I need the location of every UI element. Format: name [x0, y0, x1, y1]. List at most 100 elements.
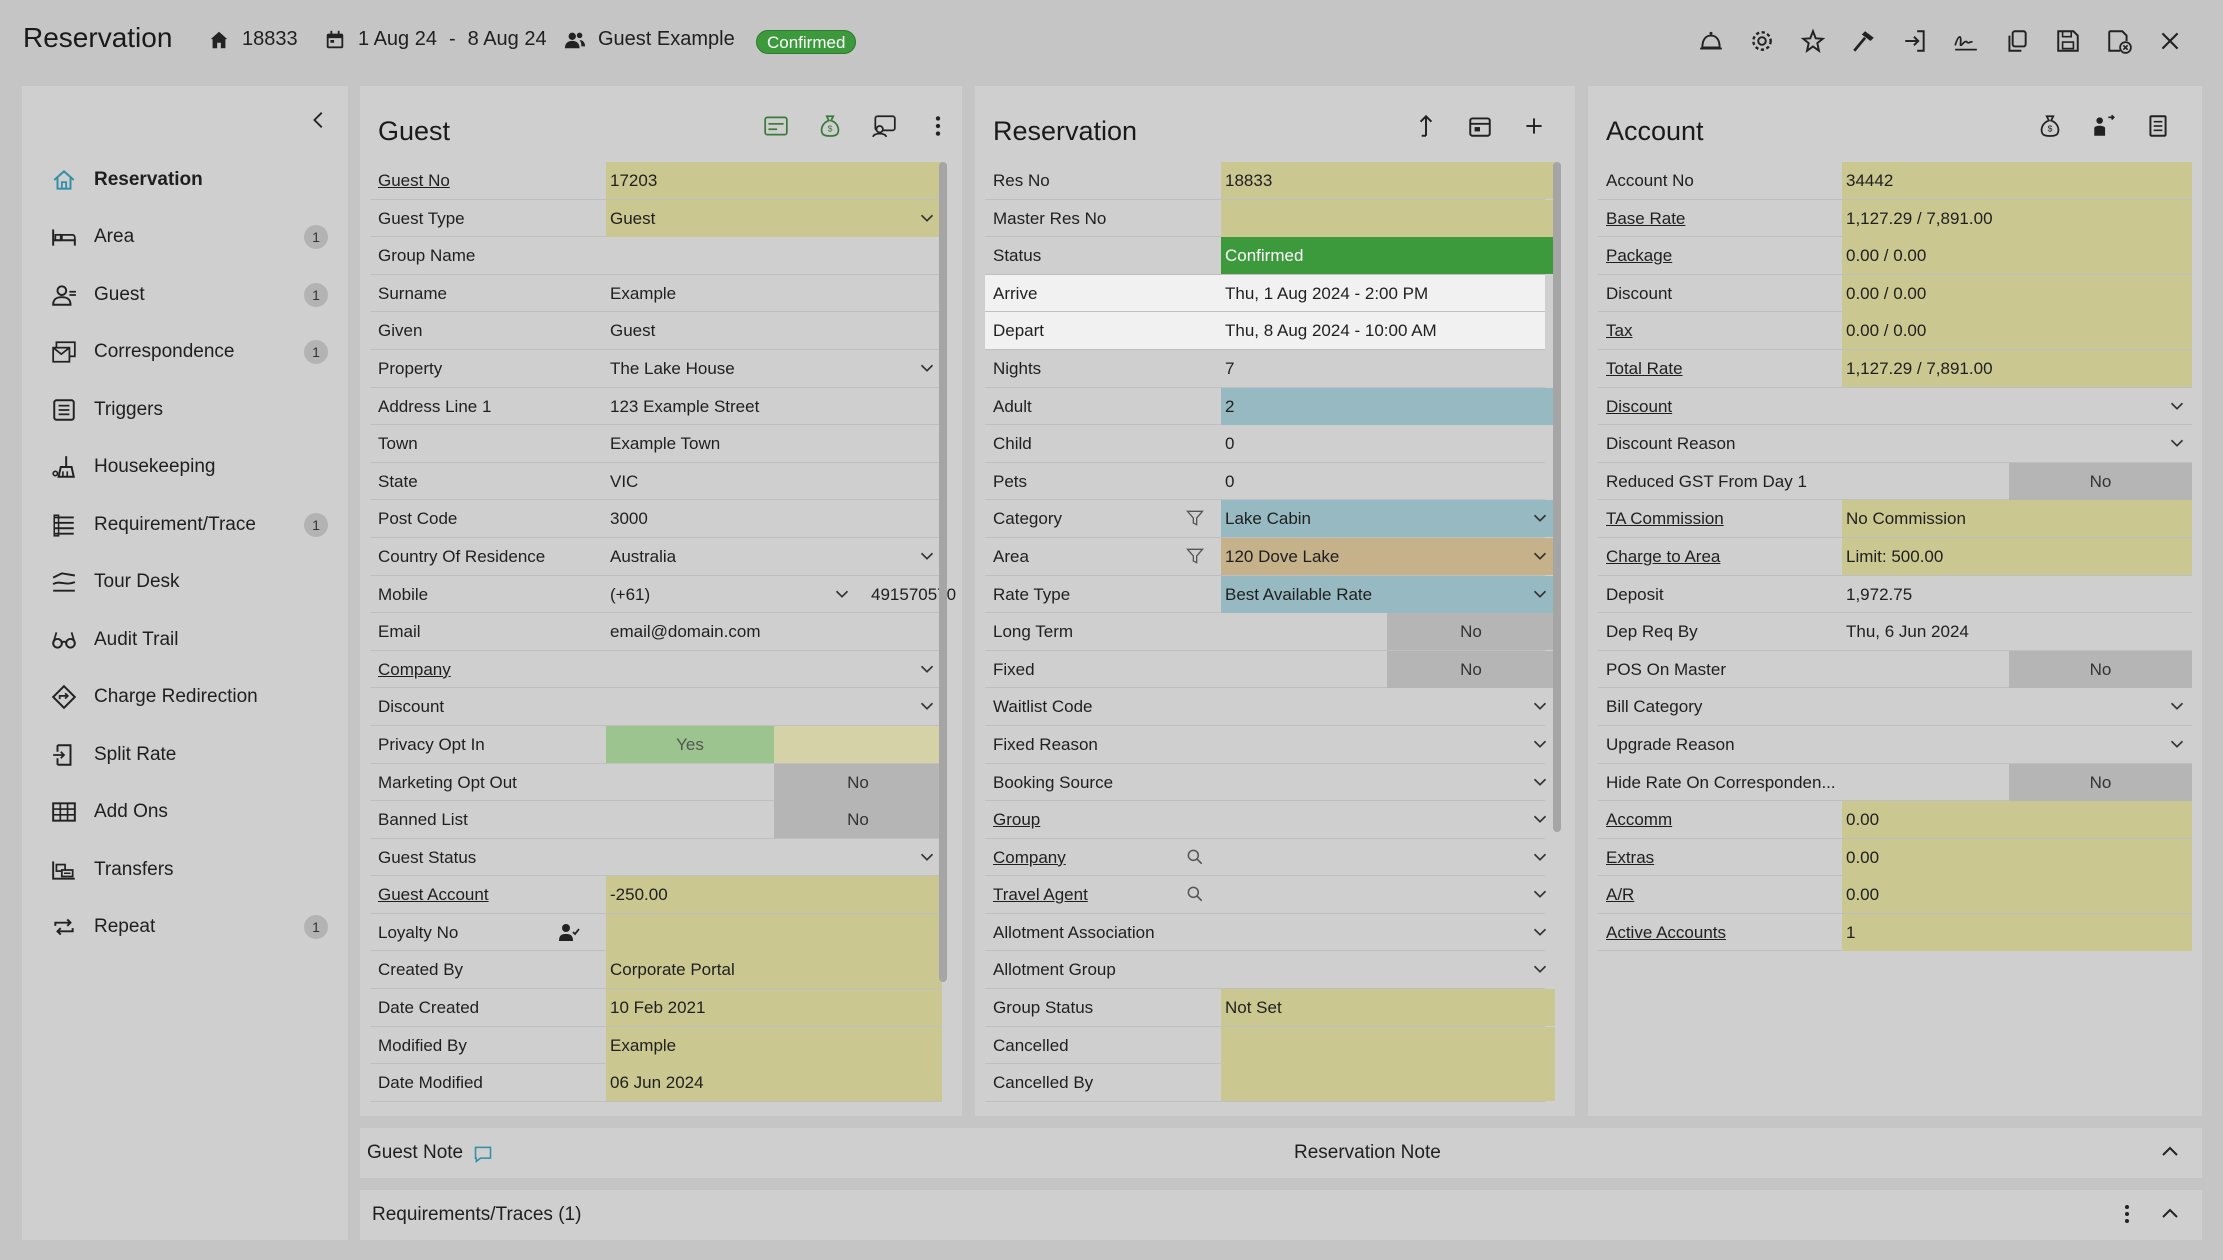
- field-value-waitlist-code[interactable]: [1221, 688, 1555, 725]
- field-value-status[interactable]: Confirmed: [1221, 237, 1555, 275]
- save-icon[interactable]: [2055, 28, 2081, 54]
- field-value-country-of-residence[interactable]: Australia: [606, 538, 942, 575]
- field-value-pets[interactable]: 0: [1221, 463, 1555, 500]
- field-label[interactable]: Company: [993, 839, 1066, 876]
- copy-icon[interactable]: [2004, 28, 2030, 54]
- field-value-accomm[interactable]: 0.00: [1842, 801, 2192, 839]
- money-bag-icon[interactable]: $: [2036, 112, 2064, 140]
- field-value-group[interactable]: [1221, 801, 1555, 838]
- guest-scrollbar[interactable]: [939, 162, 947, 982]
- field-label[interactable]: Discount: [1606, 388, 1672, 425]
- field-value-date-modified[interactable]: 06 Jun 2024: [606, 1064, 942, 1102]
- field-label[interactable]: Tax: [1606, 312, 1632, 349]
- field-label[interactable]: TA Commission: [1606, 500, 1724, 537]
- toggle-fixed[interactable]: No: [1387, 650, 1555, 688]
- field-value-booking-source[interactable]: [1221, 764, 1555, 801]
- chevron-up-icon[interactable]: [2158, 1202, 2182, 1226]
- comment-icon[interactable]: [473, 1144, 493, 1164]
- field-value-state[interactable]: VIC: [606, 463, 942, 500]
- field-label[interactable]: Active Accounts: [1606, 914, 1726, 951]
- more-vertical-icon[interactable]: [924, 112, 952, 140]
- reservation-note-label[interactable]: Reservation Note: [1294, 1142, 1441, 1164]
- chevron-down-icon[interactable]: [1529, 695, 1551, 717]
- field-value-guest-status[interactable]: [606, 839, 942, 876]
- field-value-created-by[interactable]: Corporate Portal: [606, 951, 942, 989]
- chevron-down-icon[interactable]: [831, 583, 853, 605]
- field-value-address-line-1[interactable]: 123 Example Street: [606, 388, 942, 425]
- field-label[interactable]: Travel Agent: [993, 876, 1088, 913]
- field-value-nights[interactable]: 7: [1221, 350, 1555, 387]
- toggle-long-term[interactable]: No: [1387, 613, 1555, 651]
- login-arrow-icon[interactable]: [1902, 28, 1928, 54]
- toggle-marketing-opt-out[interactable]: No: [774, 763, 942, 801]
- field-value-discount[interactable]: [606, 688, 942, 725]
- field-value-discount[interactable]: [1842, 388, 2192, 425]
- field-label[interactable]: A/R: [1606, 876, 1634, 913]
- calendar-add-icon[interactable]: [1466, 112, 1494, 140]
- field-value-date-created[interactable]: 10 Feb 2021: [606, 989, 942, 1027]
- field-label[interactable]: Accomm: [1606, 801, 1672, 838]
- field-value-charge-to-area[interactable]: Limit: 500.00: [1842, 537, 2192, 575]
- chevron-down-icon[interactable]: [916, 545, 938, 567]
- filter-icon[interactable]: [1185, 546, 1205, 566]
- field-value-guest-type[interactable]: Guest: [606, 199, 942, 237]
- field-value-travel-agent[interactable]: [1221, 876, 1555, 913]
- transfer-user-icon[interactable]: [2090, 112, 2118, 140]
- bell-icon[interactable]: [1698, 28, 1724, 54]
- field-value-dep-req-by[interactable]: Thu, 6 Jun 2024: [1842, 613, 2192, 650]
- sparkle-star-icon[interactable]: [1800, 28, 1826, 54]
- toggle-privacy-opt-in[interactable]: Yes: [606, 725, 774, 763]
- field-value-adult[interactable]: 2: [1221, 387, 1555, 425]
- chevron-down-icon[interactable]: [916, 357, 938, 379]
- field-value-total-rate[interactable]: 1,127.29 / 7,891.00: [1842, 349, 2192, 387]
- field-value-town[interactable]: Example Town: [606, 425, 942, 462]
- sidebar-item-transfers[interactable]: Transfers: [22, 841, 348, 899]
- card-user-icon[interactable]: [870, 112, 898, 140]
- close-icon[interactable]: [2157, 28, 2183, 54]
- sidebar-item-repeat[interactable]: Repeat 1: [22, 899, 348, 957]
- money-bag-icon[interactable]: $: [816, 112, 844, 140]
- chevron-down-icon[interactable]: [1529, 846, 1551, 868]
- receipt-icon[interactable]: [2144, 112, 2172, 140]
- field-value-fixed-reason[interactable]: [1221, 726, 1555, 763]
- toggle-off-segment[interactable]: [774, 725, 942, 763]
- field-label[interactable]: Company: [378, 651, 451, 688]
- reservation-scrollbar[interactable]: [1553, 162, 1561, 832]
- search-icon[interactable]: [1185, 847, 1205, 867]
- field-value-deposit[interactable]: 1,972.75: [1842, 576, 2192, 613]
- field-value-cancelled[interactable]: [1221, 1026, 1555, 1064]
- chevron-down-icon[interactable]: [2166, 432, 2188, 454]
- sidebar-item-charge-redirection[interactable]: Charge Redirection: [22, 669, 348, 727]
- field-label[interactable]: Guest Account: [378, 876, 489, 913]
- chevron-down-icon[interactable]: [1529, 545, 1551, 567]
- field-value-allotment-association[interactable]: [1221, 914, 1555, 951]
- field-value-discount[interactable]: 0.00 / 0.00: [1842, 274, 2192, 312]
- filter-icon[interactable]: [1185, 508, 1205, 528]
- field-value-company[interactable]: [1221, 839, 1555, 876]
- field-value-surname[interactable]: Example: [606, 275, 942, 312]
- field-value-group-status[interactable]: Not Set: [1221, 989, 1555, 1027]
- chevron-down-icon[interactable]: [1529, 808, 1551, 830]
- field-value-modified-by[interactable]: Example: [606, 1026, 942, 1064]
- signature-icon[interactable]: [1953, 28, 1979, 54]
- field-value-post-code[interactable]: 3000: [606, 500, 942, 537]
- sidebar-item-add-ons[interactable]: Add Ons: [22, 784, 348, 842]
- sidebar-item-tour-desk[interactable]: Tour Desk: [22, 554, 348, 612]
- field-value-company[interactable]: [606, 651, 942, 688]
- sidebar-item-audit-trail[interactable]: Audit Trail: [22, 611, 348, 669]
- sidebar-item-housekeeping[interactable]: Housekeeping: [22, 439, 348, 497]
- field-value-mobile[interactable]: (+61): [606, 576, 696, 613]
- chevron-down-icon[interactable]: [1529, 733, 1551, 755]
- chevron-down-icon[interactable]: [2166, 395, 2188, 417]
- field-label[interactable]: Group: [993, 801, 1040, 838]
- field-value-bill-category[interactable]: [1842, 688, 2192, 725]
- field-value-given[interactable]: Guest: [606, 312, 942, 349]
- chevron-down-icon[interactable]: [1529, 771, 1551, 793]
- hammer-icon[interactable]: [1851, 28, 1877, 54]
- chevron-down-icon[interactable]: [1529, 583, 1551, 605]
- chevron-down-icon[interactable]: [2166, 733, 2188, 755]
- sidebar-item-split-rate[interactable]: Split Rate: [22, 726, 348, 784]
- toggle-reduced-gst-from-day-1[interactable]: No: [2009, 462, 2192, 500]
- field-value-active-accounts[interactable]: 1: [1842, 913, 2192, 951]
- toggle-hide-rate-on-corresponden[interactable]: No: [2009, 763, 2192, 801]
